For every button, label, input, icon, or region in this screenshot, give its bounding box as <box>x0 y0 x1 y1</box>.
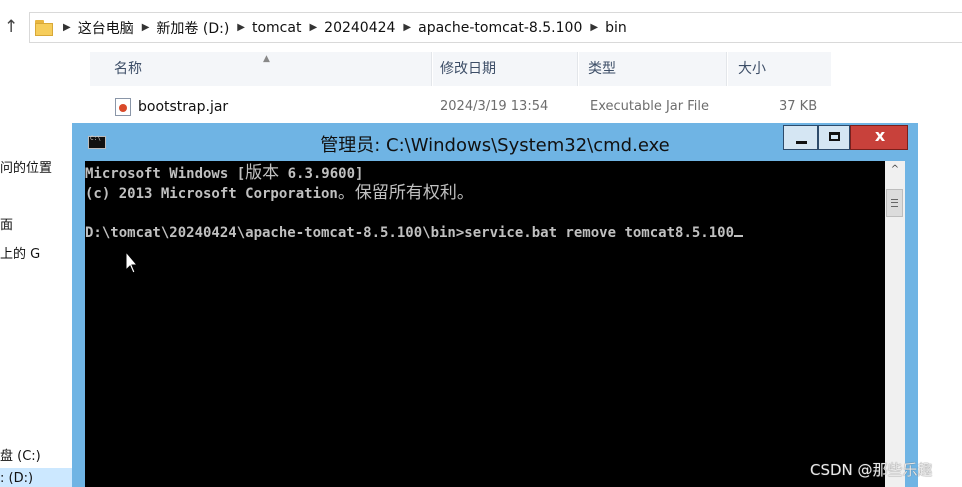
nav-item-recent-places[interactable]: 问的位置 <box>0 157 52 176</box>
breadcrumb-item-this-pc[interactable]: 这台电脑 <box>78 18 134 38</box>
sort-ascending-icon: ▲ <box>263 54 270 64</box>
console-line-version: Microsoft Windows [版本 6.3.9600] <box>85 163 363 184</box>
folder-icon <box>35 19 55 36</box>
console-text: Microsoft Windows [ <box>85 166 246 182</box>
chevron-right-icon[interactable]: ▶ <box>63 22 71 33</box>
column-header-date[interactable]: 修改日期 <box>433 52 578 86</box>
breadcrumb[interactable]: ▶ 这台电脑 ▶ 新加卷 (D:) ▶ tomcat ▶ 20240424 ▶ … <box>29 12 962 43</box>
maximize-icon[interactable] <box>818 125 850 150</box>
explorer-address-bar: ↑ ▶ 这台电脑 ▶ 新加卷 (D:) ▶ tomcat ▶ 20240424 … <box>0 0 962 56</box>
file-date: 2024/3/19 13:54 <box>440 99 549 114</box>
console-command: D:\tomcat\20240424\apache-tomcat-8.5.100… <box>85 225 735 241</box>
jar-file-icon <box>115 98 131 116</box>
chevron-right-icon[interactable]: ▶ <box>237 22 245 33</box>
chevron-right-icon[interactable]: ▶ <box>142 22 150 33</box>
console-text: 6.3.9600] <box>279 166 364 182</box>
breadcrumb-item-drive-d[interactable]: 新加卷 (D:) <box>156 18 229 38</box>
text-cursor <box>734 235 744 237</box>
breadcrumb-item-tomcat[interactable]: tomcat <box>252 20 301 36</box>
column-header-name-label: 名称 <box>114 61 142 77</box>
column-header-size[interactable]: 大小 <box>728 52 831 86</box>
console-line-command: D:\tomcat\20240424\apache-tomcat-8.5.100… <box>85 223 744 243</box>
chevron-right-icon[interactable]: ▶ <box>403 22 411 33</box>
column-header-type[interactable]: 类型 <box>579 52 727 86</box>
console-text: (c) 2013 Microsoft Corporation <box>85 186 338 202</box>
file-size: 37 KB <box>779 99 818 114</box>
up-arrow-icon[interactable]: ↑ <box>4 17 18 37</box>
console-line-copyright: (c) 2013 Microsoft Corporation。保留所有权利。 <box>85 183 474 204</box>
scroll-up-icon[interactable]: ^ <box>885 161 905 179</box>
mouse-pointer-icon <box>125 251 139 274</box>
breadcrumb-item-20240424[interactable]: 20240424 <box>324 20 395 36</box>
watermark: CSDN @那些乐趣 <box>810 461 933 479</box>
console-text-cjk: 。保留所有权利。 <box>337 183 474 203</box>
nav-item-desktop[interactable]: 面 <box>0 214 13 233</box>
vertical-scrollbar[interactable]: ^ <box>885 161 905 487</box>
nav-item-drive-c[interactable]: 盘 (C:) <box>0 445 41 464</box>
cmd-titlebar[interactable]: 管理员: C:\Windows\System32\cmd.exe <box>72 123 918 161</box>
nav-item-network-drive[interactable]: 上的 G <box>0 243 40 262</box>
file-row[interactable]: bootstrap.jar 2024/3/19 13:54 Executable… <box>90 94 830 120</box>
file-type: Executable Jar File <box>590 99 709 114</box>
console-text-cjk: 版本 <box>245 163 280 183</box>
breadcrumb-item-bin[interactable]: bin <box>605 20 627 36</box>
scrollbar-thumb[interactable] <box>886 189 903 217</box>
chevron-right-icon[interactable]: ▶ <box>309 22 317 33</box>
chevron-right-icon[interactable]: ▶ <box>590 22 598 33</box>
minimize-icon[interactable] <box>783 125 818 150</box>
cmd-window[interactable]: 管理员: C:\Windows\System32\cmd.exe Microso… <box>72 123 918 487</box>
nav-item-drive-d[interactable]: : (D:) <box>0 471 33 486</box>
column-header-name[interactable]: ▲ 名称 <box>90 52 432 86</box>
breadcrumb-item-apache-tomcat[interactable]: apache-tomcat-8.5.100 <box>418 20 582 36</box>
cmd-console[interactable]: Microsoft Windows [版本 6.3.9600] (c) 2013… <box>85 161 885 487</box>
close-icon[interactable] <box>850 125 909 150</box>
file-name: bootstrap.jar <box>138 99 229 115</box>
